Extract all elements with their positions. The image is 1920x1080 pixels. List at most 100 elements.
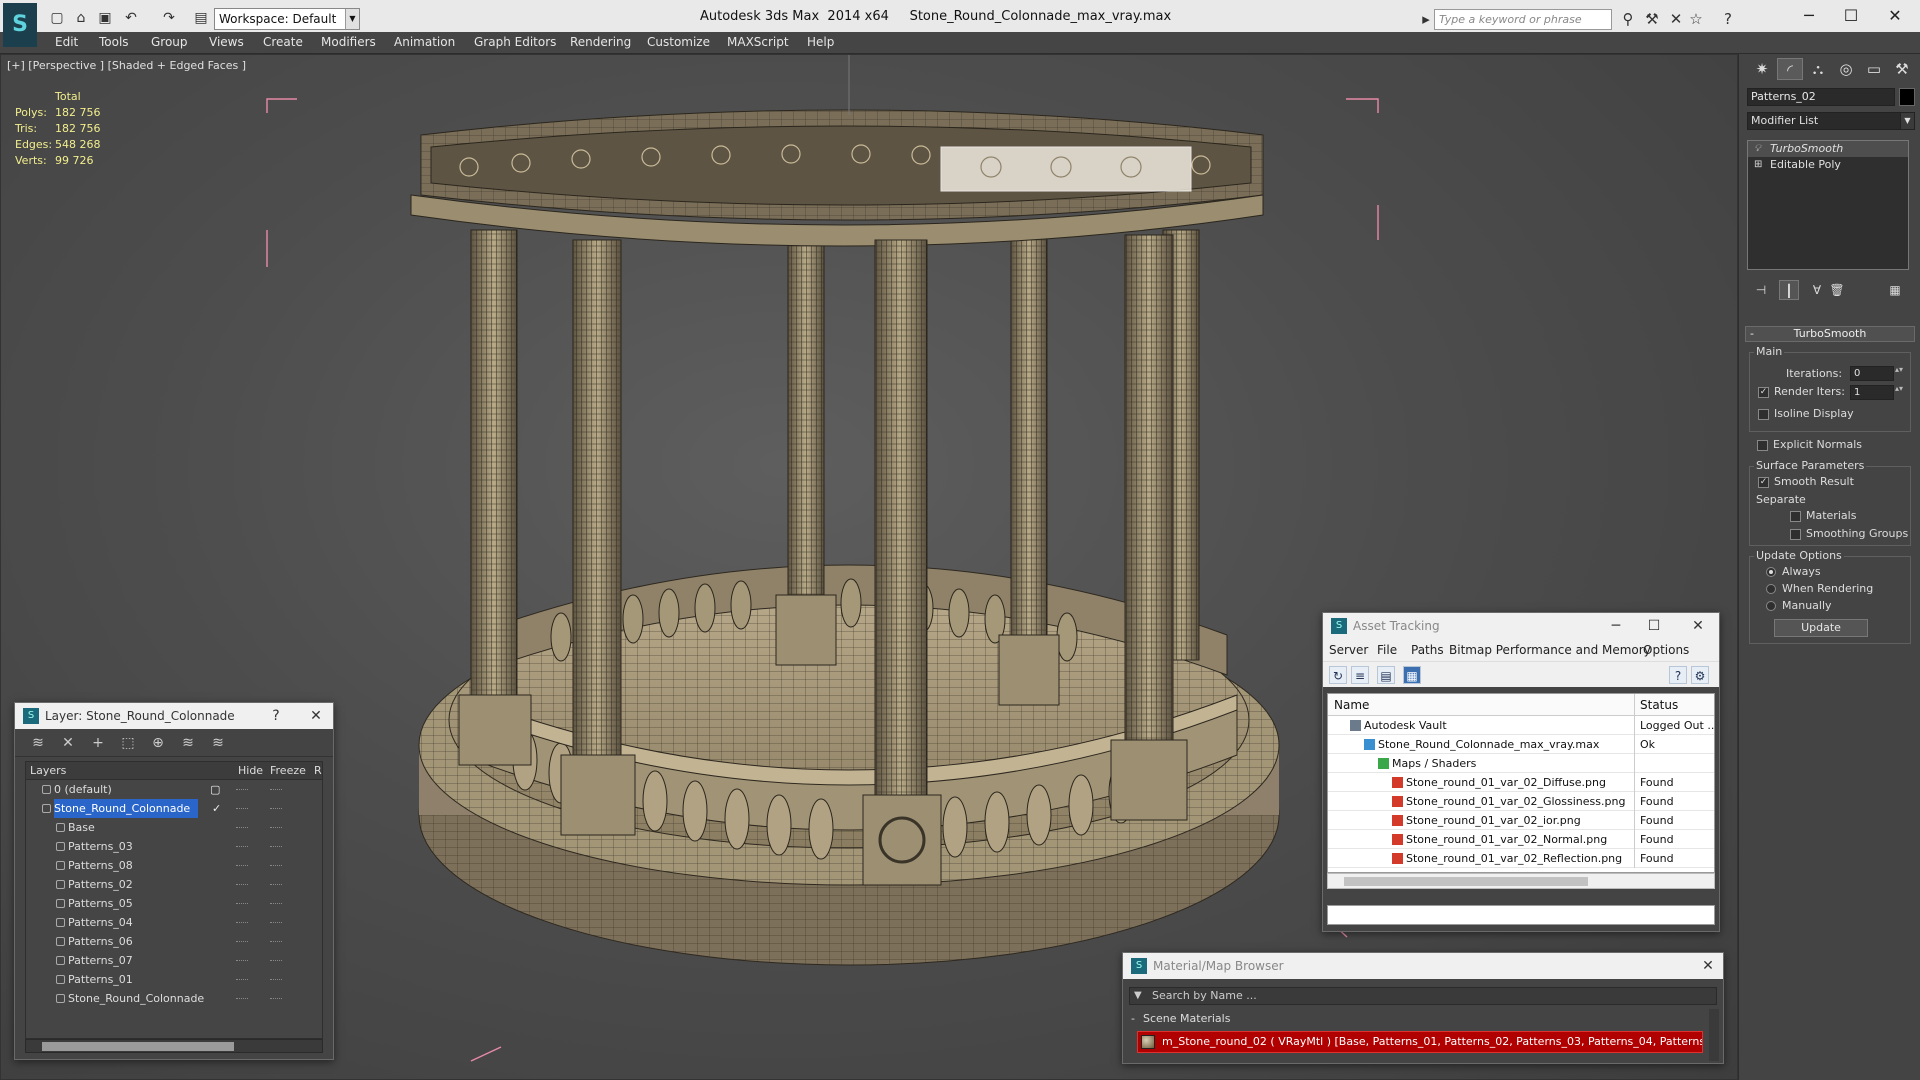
hide-toggle[interactable]	[236, 865, 248, 866]
open-file-icon[interactable]: ⌂	[72, 9, 90, 27]
menu-help[interactable]: Help	[807, 35, 834, 49]
hide-toggle[interactable]	[236, 808, 248, 809]
material-vertical-scrollbar[interactable]	[1709, 1009, 1719, 1061]
asset-row[interactable]: Stone_round_01_var_02_Reflection.png Foun…	[1328, 849, 1714, 868]
display-tab-icon[interactable]: ▭	[1861, 58, 1887, 80]
select-objects-icon[interactable]: ⬚	[117, 733, 139, 753]
maximize-button[interactable]: ☐	[1836, 4, 1866, 28]
asset-menu-file[interactable]: File	[1377, 639, 1397, 661]
menu-animation[interactable]: Animation	[394, 35, 455, 49]
asset-row[interactable]: Stone_round_01_var_02_Glossiness.png Foun…	[1328, 792, 1714, 811]
layer-window-titlebar[interactable]: S Layer: Stone_Round_Colonnade ? ✕	[15, 703, 333, 729]
list-view-icon[interactable]: ≡	[1351, 666, 1369, 684]
layer-row[interactable]: Stone_Round_Colonnade ✓	[26, 799, 322, 818]
search-input[interactable]: Type a keyword or phrase	[1434, 9, 1612, 30]
remove-modifier-icon[interactable]: 🗑︎	[1827, 280, 1847, 300]
freeze-toggle[interactable]	[270, 998, 282, 999]
asset-menu-bitmap-performance[interactable]: Bitmap Performance and Memory	[1449, 639, 1651, 661]
column-name[interactable]: Name	[1334, 694, 1369, 716]
thumbnail-view-icon[interactable]: ▤	[1377, 666, 1395, 684]
menu-modifiers[interactable]: Modifiers	[321, 35, 376, 49]
modify-tab-icon[interactable]: ◜	[1777, 58, 1803, 80]
viewport-label[interactable]: [+] [Perspective ] [Shaded + Edged Faces…	[7, 59, 246, 72]
object-color-swatch[interactable]	[1899, 88, 1915, 106]
column-hide[interactable]: Hide	[238, 762, 263, 780]
freeze-toggle[interactable]	[270, 941, 282, 942]
binoculars-icon[interactable]: ⚲	[1618, 9, 1638, 29]
asset-horizontal-scrollbar[interactable]	[1327, 873, 1715, 889]
hide-toggle[interactable]	[236, 979, 248, 980]
render-iters-spinner[interactable]: 1	[1850, 385, 1905, 400]
material-entry[interactable]: m_Stone_round_02 ( VRayMtl ) [Base, Patt…	[1137, 1031, 1703, 1053]
asset-row[interactable]: Stone_round_01_var_02_Diffuse.png Found	[1328, 773, 1714, 792]
layer-horizontal-scrollbar[interactable]	[25, 1039, 323, 1053]
scrollbar-thumb[interactable]	[42, 1042, 234, 1051]
create-tab-icon[interactable]: ✷	[1749, 58, 1775, 80]
current-layer-box-icon[interactable]: ▢	[210, 780, 220, 799]
close-button[interactable]: ✕	[1880, 4, 1910, 28]
make-unique-icon[interactable]: ∀	[1807, 280, 1827, 300]
hide-toggle[interactable]	[236, 960, 248, 961]
hide-toggle[interactable]	[236, 998, 248, 999]
stack-item-turbosmooth[interactable]: 💡︎ TurboSmooth	[1748, 141, 1908, 157]
menu-create[interactable]: Create	[263, 35, 303, 49]
show-end-result-icon[interactable]: ┃	[1779, 280, 1799, 300]
menu-edit[interactable]: Edit	[55, 35, 78, 49]
asset-menu-options[interactable]: Options	[1643, 639, 1689, 661]
motion-tab-icon[interactable]: ◎	[1833, 58, 1859, 80]
update-button[interactable]: Update	[1774, 619, 1868, 637]
freeze-toggle[interactable]	[270, 789, 282, 790]
close-icon[interactable]: ✕	[303, 703, 329, 729]
material-search-input[interactable]: ▼ Search by Name ...	[1129, 987, 1717, 1005]
explicit-normals-checkbox[interactable]	[1757, 440, 1768, 451]
asset-row[interactable]: Autodesk Vault Logged Out ...	[1328, 716, 1714, 735]
stack-item-editable-poly[interactable]: ⊞ Editable Poly	[1748, 157, 1908, 173]
freeze-toggle[interactable]	[270, 922, 282, 923]
highlight-layer-icon[interactable]: ⊕	[147, 733, 169, 753]
freeze-toggle[interactable]	[270, 808, 282, 809]
update-always-radio[interactable]	[1766, 567, 1776, 577]
update-when-rendering-radio[interactable]	[1766, 584, 1776, 594]
minimize-button[interactable]: ─	[1603, 613, 1629, 639]
pin-stack-icon[interactable]: ⊣	[1751, 280, 1771, 300]
rollout-title-bar[interactable]: - TurboSmooth	[1745, 326, 1915, 342]
iterations-spinner[interactable]: 0	[1850, 366, 1905, 381]
redo-icon[interactable]: ↷	[160, 9, 178, 27]
delete-layer-icon[interactable]: ✕	[57, 733, 79, 753]
help-icon[interactable]: ?	[1718, 9, 1738, 29]
asset-menu-server[interactable]: Server	[1329, 639, 1368, 661]
separate-materials-checkbox[interactable]	[1790, 511, 1801, 522]
layer-row[interactable]: Patterns_05	[26, 894, 322, 913]
asset-row[interactable]: Stone_round_01_var_02_Normal.png Found	[1328, 830, 1714, 849]
menu-group[interactable]: Group	[151, 35, 188, 49]
menu-views[interactable]: Views	[209, 35, 244, 49]
update-manually-radio[interactable]	[1766, 601, 1776, 611]
layer-row[interactable]: Patterns_06	[26, 932, 322, 951]
layer-row[interactable]: Base	[26, 818, 322, 837]
hide-toggle[interactable]	[236, 903, 248, 904]
material-browser-titlebar[interactable]: S Material/Map Browser ✕	[1123, 953, 1723, 979]
modifier-list-dropdown[interactable]: Modifier List ▼	[1747, 112, 1915, 130]
asset-row[interactable]: Stone_Round_Colonnade_max_vray.max Ok	[1328, 735, 1714, 754]
freeze-toggle[interactable]	[270, 903, 282, 904]
hide-toggle[interactable]	[236, 827, 248, 828]
menu-tools[interactable]: Tools	[99, 35, 129, 49]
layer-row[interactable]: 0 (default) ▢	[26, 780, 322, 799]
hide-toggle[interactable]	[236, 941, 248, 942]
object-name-field[interactable]: Patterns_02	[1747, 88, 1895, 106]
layer-row[interactable]: Stone_Round_Colonnade	[26, 989, 322, 1008]
maximize-button[interactable]: ☐	[1641, 613, 1667, 639]
freeze-toggle[interactable]	[270, 979, 282, 980]
close-icon[interactable]: ✕	[1685, 613, 1711, 639]
menu-maxscript[interactable]: MAXScript	[727, 35, 789, 49]
hide-toggle[interactable]	[236, 922, 248, 923]
hide-toggle[interactable]	[236, 789, 248, 790]
subscription-icon[interactable]: ⚒	[1642, 9, 1662, 29]
column-divider[interactable]	[1634, 694, 1635, 716]
close-icon[interactable]: ✕	[1695, 953, 1721, 979]
smooth-result-checkbox[interactable]: ✓	[1758, 477, 1769, 488]
asset-window-titlebar[interactable]: S Asset Tracking ─ ☐ ✕	[1323, 613, 1719, 639]
column-layers[interactable]: Layers	[30, 762, 66, 780]
layer-row[interactable]: Patterns_02	[26, 875, 322, 894]
column-status[interactable]: Status	[1640, 694, 1678, 716]
